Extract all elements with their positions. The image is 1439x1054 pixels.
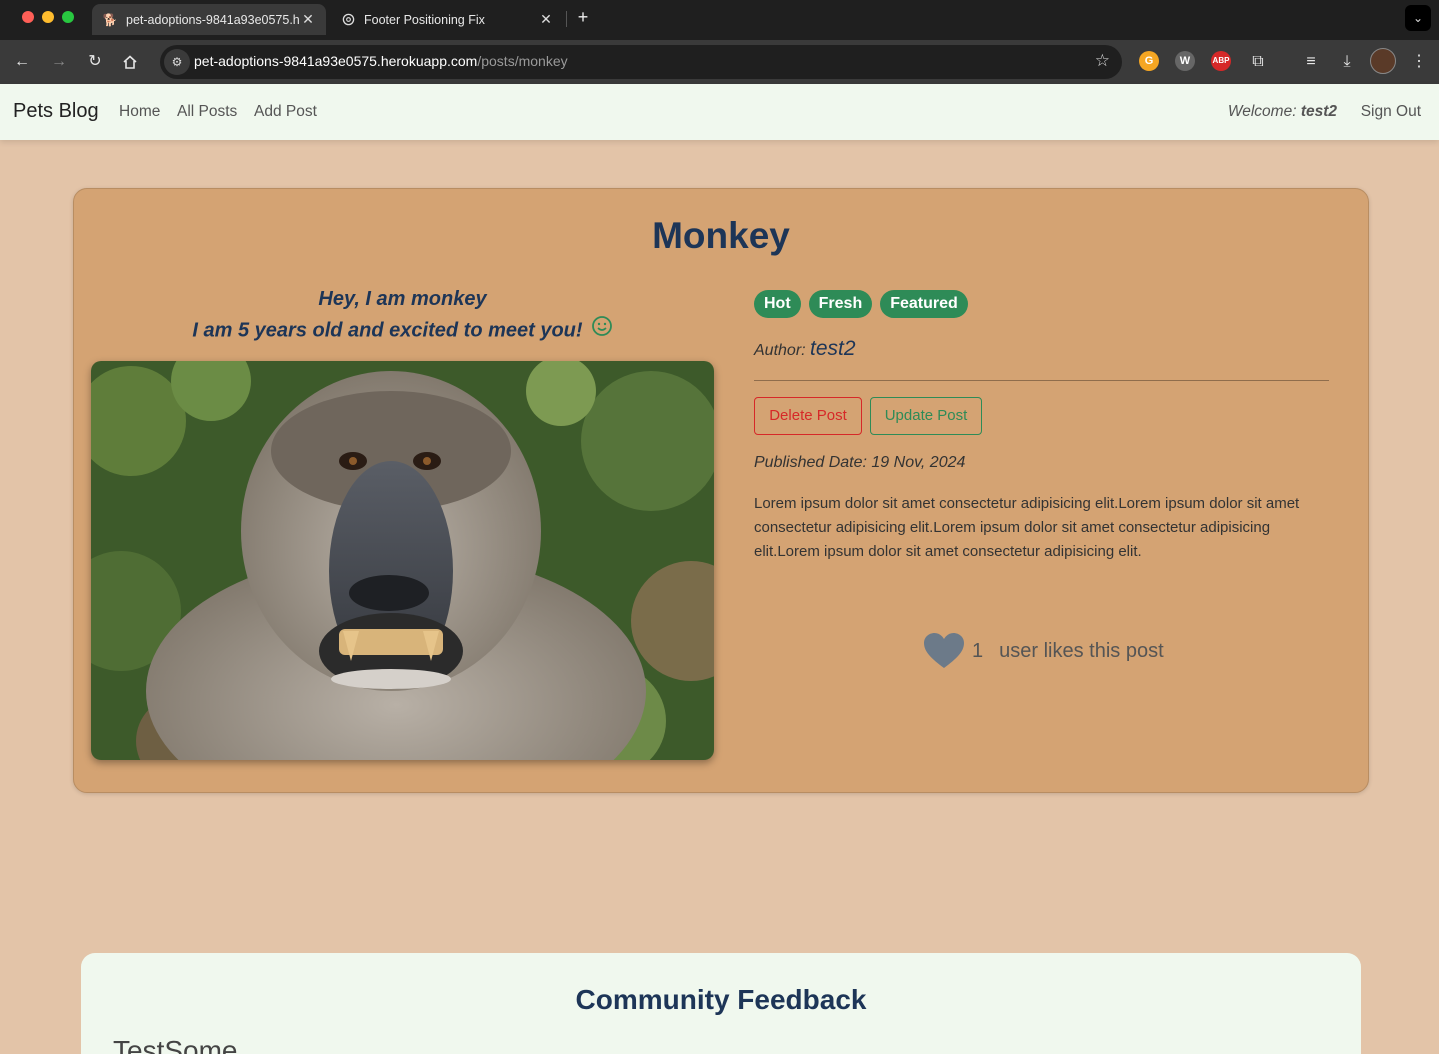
welcome-message: Welcome: test2 bbox=[1227, 103, 1337, 120]
like-text: user likes this post bbox=[999, 639, 1164, 662]
post-badges: Hot Fresh Featured bbox=[754, 290, 968, 318]
divider bbox=[754, 380, 1329, 381]
browser-tab-inactive[interactable]: Footer Positioning Fix ✕ bbox=[330, 4, 564, 35]
pet-photo bbox=[91, 361, 714, 760]
browser-menu-icon[interactable]: ⋮ bbox=[1407, 50, 1431, 74]
home-icon[interactable] bbox=[118, 50, 142, 74]
browser-tab-bar: 🐕 pet-adoptions-9841a93e0575.herokuapp.c… bbox=[0, 0, 1439, 40]
close-window-button[interactable] bbox=[22, 11, 34, 23]
feedback-item: TestSome bbox=[113, 1035, 238, 1054]
feedback-title: Community Feedback bbox=[575, 984, 867, 1015]
intro-line-1: Hey, I am monkey bbox=[318, 288, 487, 310]
openai-icon bbox=[340, 12, 356, 28]
tab-title: pet-adoptions-9841a93e0575.herokuapp.com… bbox=[126, 12, 300, 27]
browser-tab-active[interactable]: 🐕 pet-adoptions-9841a93e0575.herokuapp.c… bbox=[92, 4, 326, 35]
dog-icon: 🐕 bbox=[102, 12, 118, 27]
extension-w-icon[interactable]: W bbox=[1175, 51, 1195, 71]
post-intro: Hey, I am monkey I am 5 years old and ex… bbox=[91, 284, 714, 347]
brand-logo[interactable]: Pets Blog bbox=[13, 100, 99, 123]
published-date: Published Date: 19 Nov, 2024 bbox=[754, 454, 966, 471]
reload-icon[interactable]: ↻ bbox=[83, 50, 107, 74]
tab-title: Footer Positioning Fix bbox=[364, 12, 485, 27]
media-control-icon[interactable]: ≡ bbox=[1299, 50, 1323, 74]
intro-line-2: I am 5 years old and excited to meet you… bbox=[192, 319, 583, 342]
forward-icon[interactable]: → bbox=[47, 50, 71, 74]
site-info-icon[interactable]: ⚙ bbox=[164, 49, 190, 75]
intro-line-2-wrap: I am 5 years old and excited to meet you… bbox=[91, 315, 714, 347]
post-author: Author: test2 bbox=[754, 337, 856, 360]
tab-search-button[interactable]: ⌄ bbox=[1405, 5, 1431, 31]
tab-separator bbox=[566, 11, 567, 27]
extension-g-icon[interactable]: G bbox=[1139, 51, 1159, 71]
bookmark-star-icon[interactable]: ☆ bbox=[1095, 51, 1110, 71]
likes-section: 1 user likes this post bbox=[922, 632, 1164, 670]
badge-featured: Featured bbox=[880, 290, 968, 318]
badge-fresh: Fresh bbox=[808, 290, 873, 318]
maximize-window-button[interactable] bbox=[62, 11, 74, 23]
url-text: pet-adoptions-9841a93e0575.herokuapp.com… bbox=[194, 53, 568, 69]
post-card: Monkey Hey, I am monkey I am 5 years old… bbox=[73, 188, 1369, 793]
update-post-button[interactable]: Update Post bbox=[870, 397, 982, 435]
browser-toolbar: ← → ↻ ⚙ pet-adoptions-9841a93e0575.herok… bbox=[0, 40, 1439, 84]
profile-avatar[interactable] bbox=[1370, 48, 1396, 74]
close-tab-icon[interactable]: ✕ bbox=[300, 11, 316, 28]
back-icon[interactable]: ← bbox=[10, 50, 34, 74]
like-count: 1 bbox=[972, 639, 984, 662]
badge-hot: Hot bbox=[754, 290, 801, 318]
post-body: Lorem ipsum dolor sit amet consectetur a… bbox=[754, 495, 1300, 560]
new-tab-button[interactable]: + bbox=[572, 7, 594, 29]
delete-post-button[interactable]: Delete Post bbox=[754, 397, 862, 435]
community-feedback-section: Community Feedback TestSome bbox=[81, 953, 1361, 1054]
adblock-icon[interactable]: ABP bbox=[1211, 51, 1231, 71]
download-icon[interactable]: ⤓ bbox=[1335, 50, 1359, 74]
nav-link-add-post[interactable]: Add Post bbox=[254, 103, 317, 121]
author-name[interactable]: test2 bbox=[810, 337, 856, 360]
heart-icon[interactable] bbox=[922, 632, 966, 670]
nav-link-all-posts[interactable]: All Posts bbox=[177, 103, 237, 121]
site-navbar: Pets Blog Home All Posts Add Post Welcom… bbox=[0, 84, 1439, 140]
minimize-window-button[interactable] bbox=[42, 11, 54, 23]
address-bar[interactable]: ⚙ pet-adoptions-9841a93e0575.herokuapp.c… bbox=[160, 45, 1122, 79]
post-title: Monkey bbox=[652, 215, 790, 256]
extensions-puzzle-icon[interactable]: ⧉ bbox=[1246, 50, 1270, 74]
smile-icon bbox=[591, 315, 613, 347]
sign-out-link[interactable]: Sign Out bbox=[1361, 103, 1421, 121]
close-tab-icon[interactable]: ✕ bbox=[538, 11, 554, 28]
nav-link-home[interactable]: Home bbox=[119, 103, 160, 121]
